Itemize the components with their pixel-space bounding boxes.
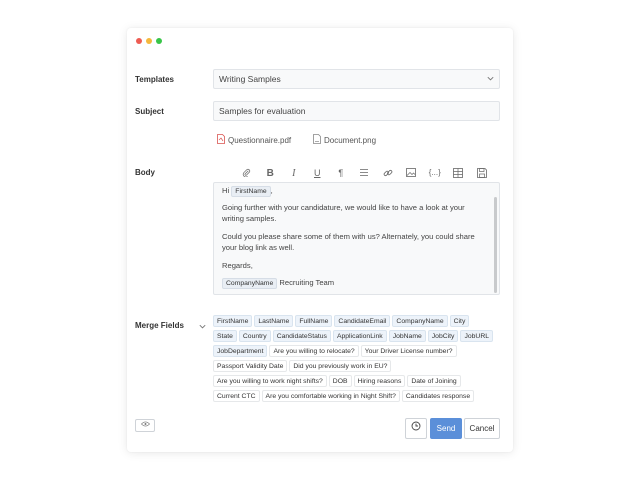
attachment-name: Questionnaire.pdf	[228, 135, 292, 145]
paragraph-icon[interactable]: ¶	[329, 168, 353, 180]
merge-field[interactable]: ApplicationLink	[332, 330, 387, 342]
greeting-text: Hi	[222, 186, 230, 195]
merge-field-row: FirstName LastName FullName CandidateEma…	[213, 315, 498, 327]
merge-field-row: JobDepartment Are you willing to relocat…	[213, 345, 498, 357]
templates-label: Templates	[135, 75, 174, 84]
merge-fields-list: FirstName LastName FullName CandidateEma…	[213, 315, 498, 405]
merge-field[interactable]: Date of Joining	[407, 375, 461, 387]
merge-field-row: State Country CandidateStatus Applicatio…	[213, 330, 498, 342]
merge-field[interactable]: Country	[238, 330, 271, 342]
merge-field[interactable]: Are you willing to work night shifts?	[213, 375, 327, 387]
window-controls	[136, 38, 162, 44]
save-icon[interactable]	[470, 168, 494, 180]
merge-field[interactable]: Hiring reasons	[353, 375, 406, 387]
subject-value: Samples for evaluation	[219, 106, 306, 116]
merge-field[interactable]: CompanyName	[392, 315, 448, 327]
minimize-dot[interactable]	[146, 38, 152, 44]
merge-field-row: Are you willing to work night shifts? DO…	[213, 375, 498, 387]
merge-field[interactable]: JobName	[388, 330, 426, 342]
body-signature: Recruiting Team	[279, 278, 335, 287]
merge-field[interactable]: Current CTC	[213, 390, 260, 402]
italic-icon[interactable]: I	[282, 168, 306, 180]
merge-field[interactable]: FullName	[295, 315, 333, 327]
merge-field[interactable]: LastName	[254, 315, 294, 327]
merge-field[interactable]: Passport Validity Date	[213, 360, 288, 372]
merge-fields-label: Merge Fields	[135, 321, 184, 330]
merge-field[interactable]: CandidateStatus	[272, 330, 331, 342]
merge-field[interactable]: DOB	[328, 375, 352, 387]
merge-field[interactable]: State	[213, 330, 237, 342]
merge-field[interactable]: Did you previously work in EU?	[289, 360, 392, 372]
templates-value: Writing Samples	[219, 74, 281, 84]
subject-label: Subject	[135, 107, 164, 116]
merge-field[interactable]: JobURL	[460, 330, 494, 342]
body-paragraph-2: Could you please share some of them with…	[222, 232, 475, 252]
merge-field[interactable]: Are you comfortable working in Night Shi…	[261, 390, 400, 402]
email-composer-window: Templates Writing Samples Subject Sample…	[127, 28, 513, 452]
body-editor[interactable]: Hi FirstName, Going further with your ca…	[213, 182, 500, 295]
greeting-comma: ,	[270, 186, 273, 195]
merge-field[interactable]: FirstName	[213, 315, 253, 327]
image-file-icon	[313, 134, 321, 146]
body-regards: Regards,	[222, 261, 253, 270]
eye-icon	[140, 421, 150, 429]
merge-field-row: Passport Validity Date Did you previousl…	[213, 360, 498, 372]
merge-field[interactable]: City	[449, 315, 470, 327]
underline-icon[interactable]: U	[306, 168, 330, 180]
attachment-document[interactable]: Document.png	[313, 134, 376, 146]
merge-chip-companyname[interactable]: CompanyName	[222, 278, 278, 289]
body-paragraph-1: Going further with your candidature, we …	[222, 203, 465, 223]
paperclip-icon[interactable]	[235, 168, 259, 180]
code-icon[interactable]: {...}	[423, 168, 447, 180]
attachment-questionnaire[interactable]: Questionnaire.pdf	[217, 134, 291, 146]
editor-toolbar: B I U ¶ {...}	[235, 168, 494, 180]
templates-select[interactable]: Writing Samples	[213, 69, 500, 89]
merge-field[interactable]: Are you willing to relocate?	[269, 345, 359, 357]
image-icon[interactable]	[400, 168, 424, 180]
chevron-down-icon	[486, 71, 495, 89]
merge-field[interactable]: CandidateEmail	[334, 315, 391, 327]
close-dot[interactable]	[136, 38, 142, 44]
link-icon[interactable]	[376, 168, 400, 180]
maximize-dot[interactable]	[156, 38, 162, 44]
cancel-button[interactable]: Cancel	[464, 418, 500, 439]
merge-field[interactable]: Your Driver License number?	[360, 345, 457, 357]
pdf-file-icon	[217, 134, 225, 146]
bold-icon[interactable]: B	[259, 168, 283, 180]
list-icon[interactable]	[353, 168, 377, 180]
merge-field-row: Current CTC Are you comfortable working …	[213, 390, 498, 402]
body-label: Body	[135, 168, 155, 177]
schedule-button[interactable]	[405, 418, 427, 439]
preview-button[interactable]	[135, 419, 155, 432]
merge-field[interactable]: JobCity	[427, 330, 459, 342]
merge-chip-firstname[interactable]: FirstName	[231, 186, 271, 197]
merge-fields-chevron-icon[interactable]	[198, 318, 207, 336]
send-button[interactable]: Send	[430, 418, 462, 439]
editor-scrollbar[interactable]	[494, 197, 497, 293]
table-icon[interactable]	[447, 168, 471, 180]
merge-field[interactable]: Candidates response	[401, 390, 475, 402]
attachment-name: Document.png	[324, 135, 377, 145]
clock-icon	[411, 421, 421, 433]
merge-field[interactable]: JobDepartment	[213, 345, 268, 357]
subject-input[interactable]: Samples for evaluation	[213, 101, 500, 121]
